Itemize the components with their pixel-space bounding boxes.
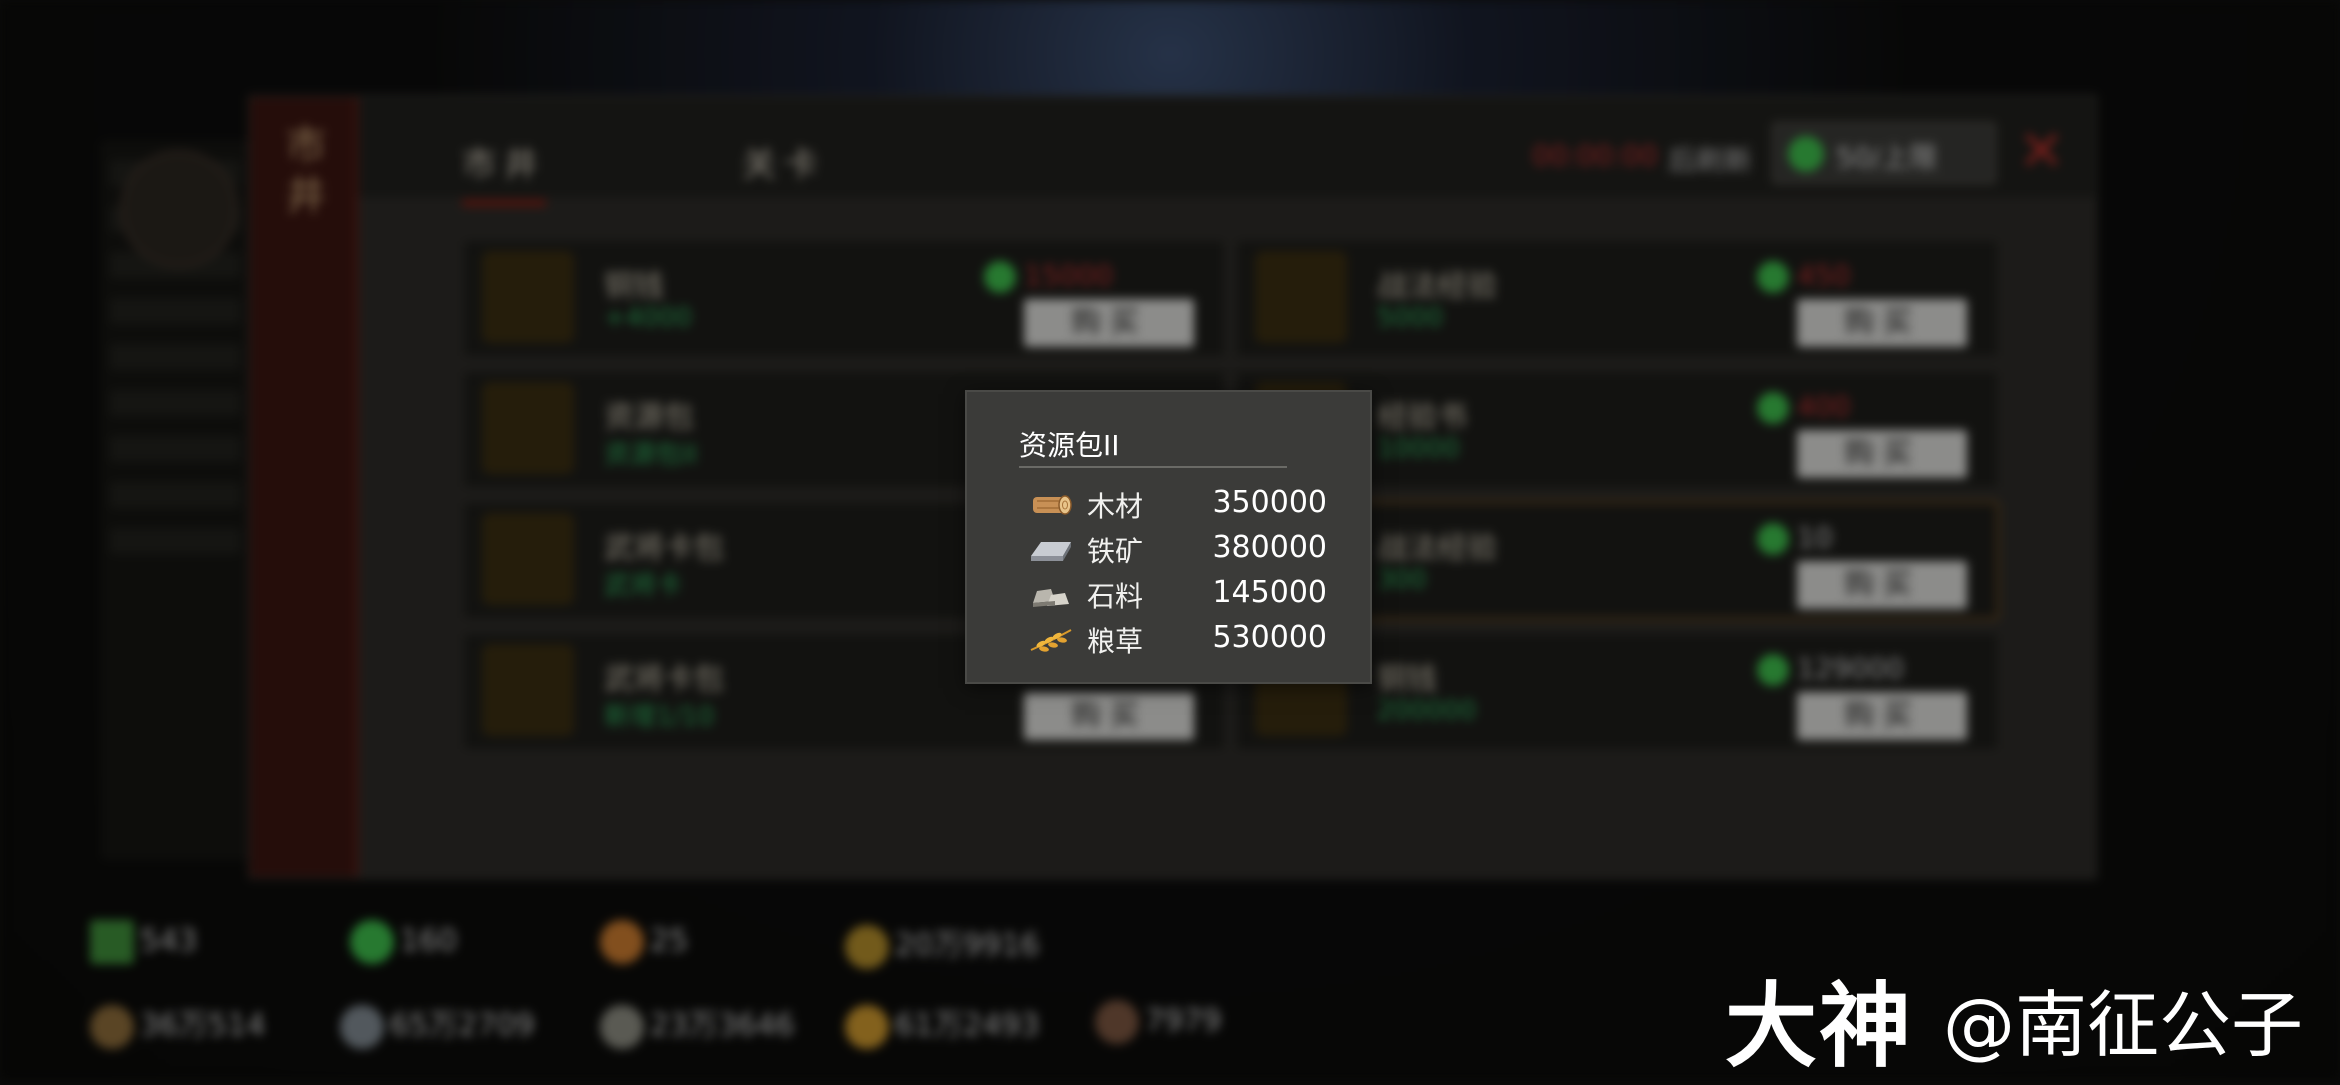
tooltip-row-wood: 木材 350000 — [1027, 485, 1327, 525]
iron-icon — [1031, 542, 1071, 561]
tooltip-row-value: 380000 — [1212, 530, 1327, 565]
grain-icon — [1030, 629, 1072, 652]
resource-pack-tooltip: 资源包II 木材 350000 铁矿 380000 石料 145000 粮草 5… — [965, 390, 1372, 684]
tooltip-title: 资源包II — [1019, 429, 1120, 462]
tooltip-row-value: 145000 — [1212, 575, 1327, 610]
tooltip-row-label: 粮草 — [1087, 625, 1144, 658]
tooltip-row-grain: 粮草 530000 — [1027, 620, 1327, 660]
tooltip-row-label: 铁矿 — [1087, 535, 1144, 568]
wood-icon — [1033, 495, 1072, 515]
tooltip-row-value: 530000 — [1212, 620, 1327, 655]
watermark-author: @南征公子 — [1943, 983, 2304, 1067]
divider — [1019, 466, 1287, 468]
stone-icon — [1033, 589, 1069, 607]
tooltip-row-stone: 石料 145000 — [1027, 575, 1327, 615]
watermark-brand: 大神 — [1725, 973, 1914, 1080]
tooltip-row-iron: 铁矿 380000 — [1027, 530, 1327, 570]
tooltip-row-label: 木材 — [1087, 490, 1144, 523]
tooltip-row-label: 石料 — [1087, 580, 1144, 613]
tooltip-row-value: 350000 — [1212, 485, 1327, 520]
